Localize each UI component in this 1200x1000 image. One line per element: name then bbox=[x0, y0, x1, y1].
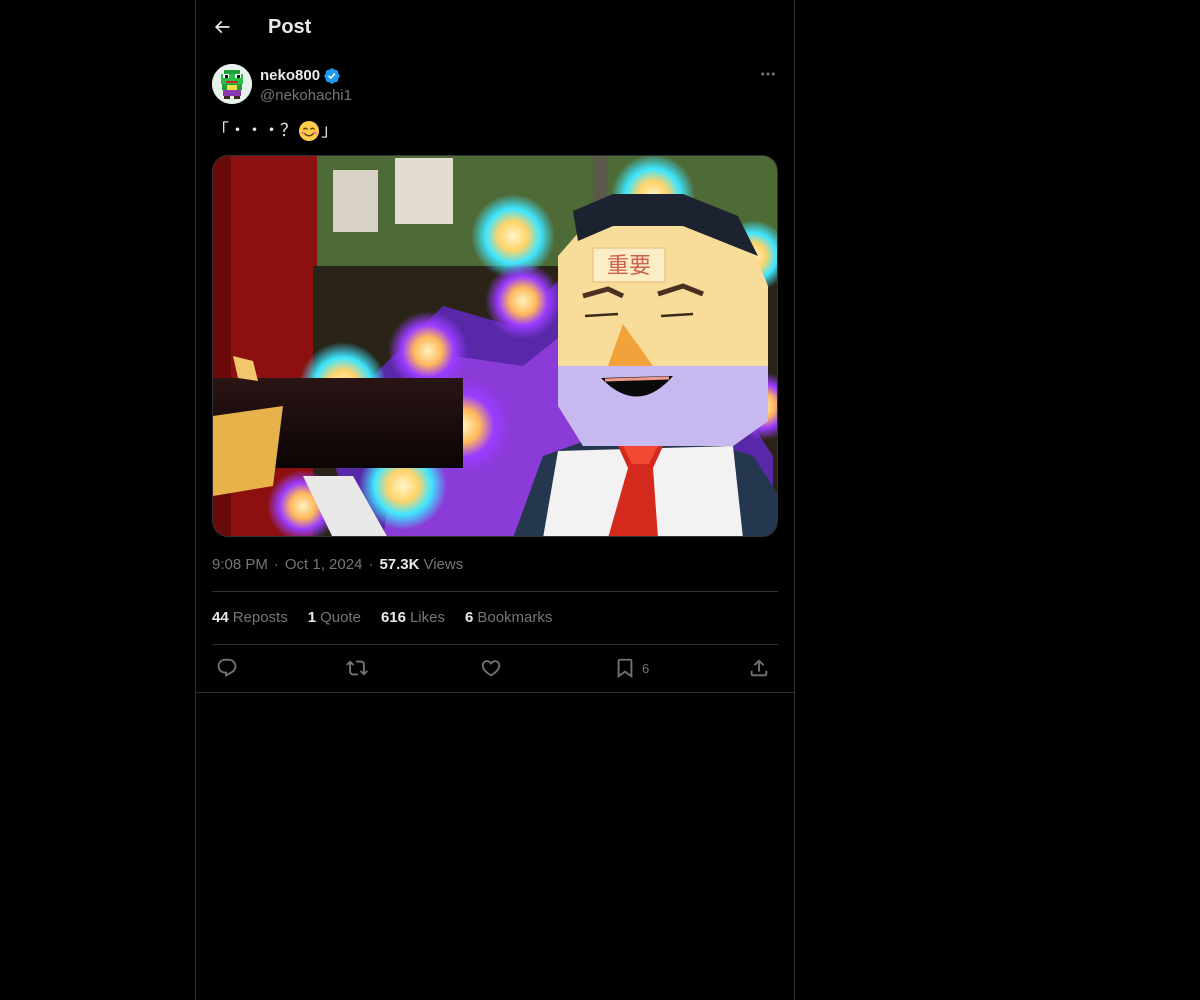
media-caption: 重要 bbox=[607, 254, 651, 279]
heart-icon bbox=[481, 660, 501, 677]
reposts-count: 44 bbox=[212, 609, 229, 626]
post-text-after: 」 bbox=[321, 121, 338, 140]
more-options-button[interactable] bbox=[758, 64, 778, 84]
post-media-image[interactable]: 重要 bbox=[212, 155, 778, 537]
views-count: 57.3K bbox=[379, 556, 420, 573]
bookmarks-stat[interactable]: 6 Bookmarks bbox=[465, 608, 552, 628]
avatar[interactable] bbox=[212, 64, 252, 104]
post-text: 「・・・？ 」 bbox=[212, 118, 338, 144]
like-button[interactable] bbox=[480, 656, 502, 680]
likes-count: 616 bbox=[380, 609, 406, 626]
reposts-label: Reposts bbox=[232, 609, 288, 626]
repost-button[interactable] bbox=[346, 656, 368, 680]
share-icon bbox=[750, 659, 768, 677]
post-time[interactable]: 9:08 PM bbox=[212, 555, 268, 575]
reposts-stat[interactable]: 44 Reposts bbox=[212, 608, 288, 628]
author-handle[interactable]: @nekohachi1 bbox=[260, 86, 352, 106]
meta-separator: · bbox=[368, 556, 374, 573]
post-text-before: 「・・・？ bbox=[212, 121, 297, 140]
quotes-count: 1 bbox=[307, 609, 317, 626]
post-column: Post neko800 @nekohachi1 「・・・？ 」 重要 9:08… bbox=[195, 0, 795, 1000]
divider bbox=[212, 591, 778, 592]
more-horizontal-icon bbox=[761, 72, 775, 76]
page-header: Post bbox=[196, 0, 794, 54]
reply-icon bbox=[217, 658, 237, 677]
bookmark-count: 6 bbox=[642, 660, 650, 676]
bookmarks-count: 6 bbox=[465, 609, 474, 626]
verified-badge-icon[interactable] bbox=[323, 67, 341, 85]
arrow-left-icon bbox=[214, 20, 230, 34]
bookmark-button[interactable]: 6 bbox=[614, 656, 649, 680]
share-button[interactable] bbox=[748, 656, 770, 680]
post-date[interactable]: Oct 1, 2024 bbox=[285, 555, 363, 575]
meta-separator: · bbox=[273, 556, 279, 573]
bookmark-icon bbox=[617, 658, 633, 679]
author-row: neko800 @nekohachi1 bbox=[212, 64, 778, 106]
action-bar: 6 bbox=[212, 654, 778, 684]
likes-label: Likes bbox=[409, 609, 445, 626]
quotes-label: Quote bbox=[320, 609, 361, 626]
likes-stat[interactable]: 616 Likes bbox=[381, 608, 445, 628]
back-button[interactable] bbox=[204, 9, 240, 45]
author-display-name[interactable]: neko800 bbox=[260, 66, 341, 86]
smiling-face-icon bbox=[299, 121, 319, 141]
divider bbox=[212, 644, 778, 645]
post-meta: 9:08 PM · Oct 1, 2024 · 57.3K Views bbox=[212, 555, 463, 575]
views-label: Views bbox=[423, 556, 464, 573]
display-name-text: neko800 bbox=[260, 67, 321, 84]
bookmarks-label: Bookmarks bbox=[477, 609, 553, 626]
reply-button[interactable] bbox=[216, 656, 238, 680]
quotes-stat[interactable]: 1 Quote bbox=[308, 608, 361, 628]
divider bbox=[196, 692, 794, 693]
engagement-stats: 44 Reposts 1 Quote 616 Likes 6 Bookmarks bbox=[212, 608, 572, 628]
repost-icon bbox=[346, 660, 368, 676]
page-title: Post bbox=[268, 16, 312, 38]
